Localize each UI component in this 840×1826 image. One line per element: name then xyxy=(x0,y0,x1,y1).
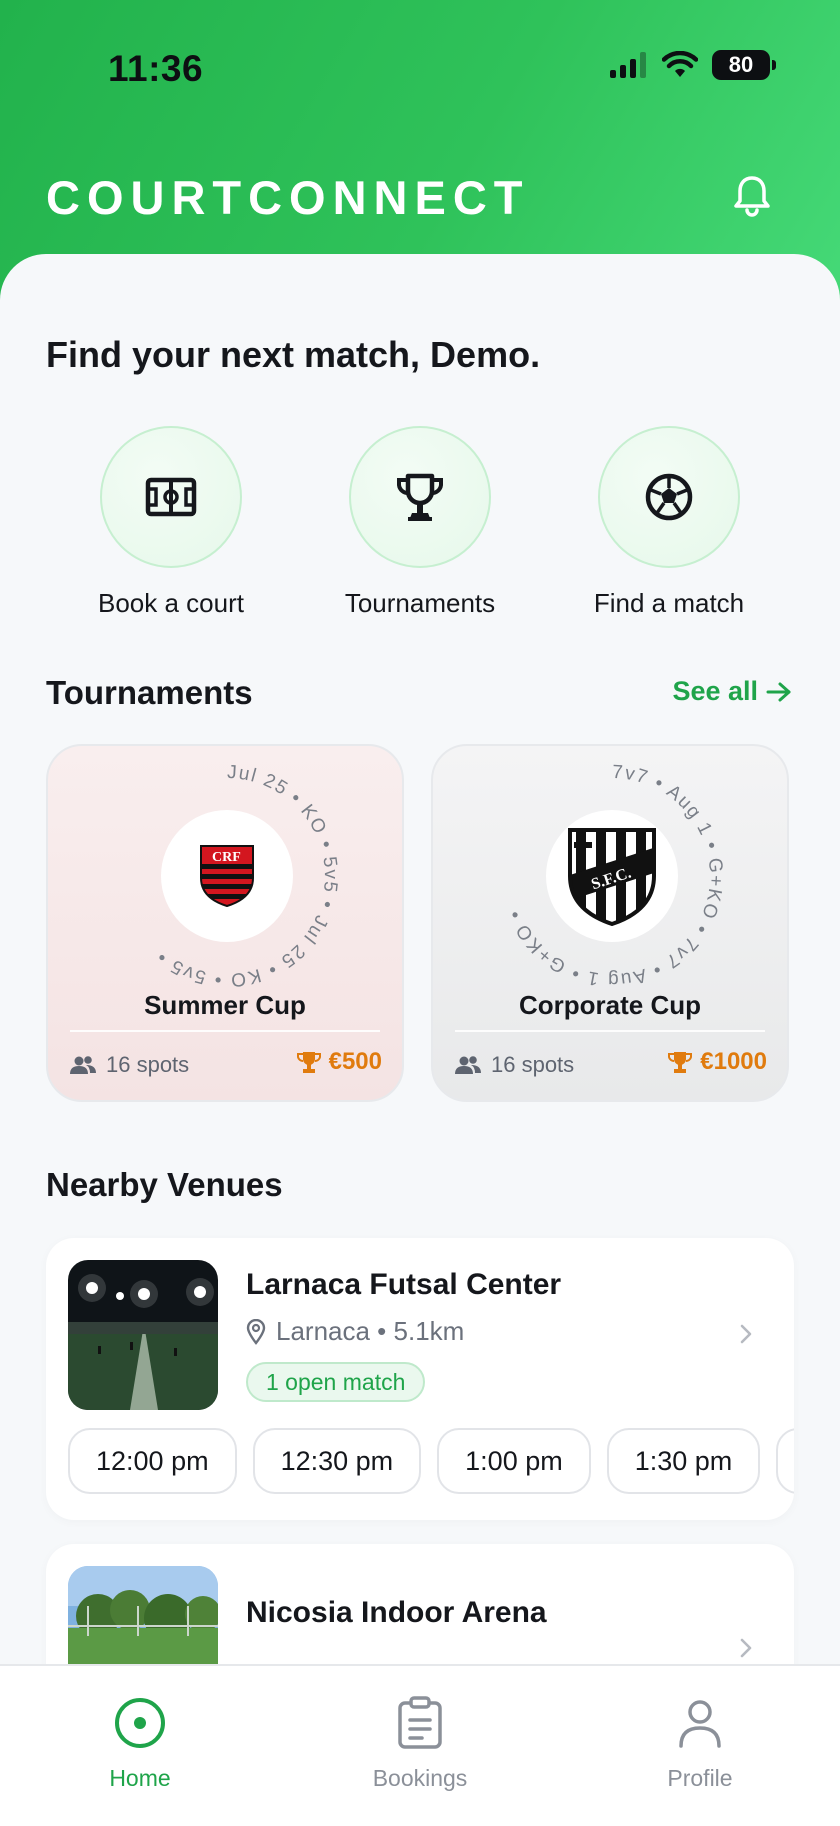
soccer-ball-icon xyxy=(645,473,693,521)
santos-crest-icon: S.F.C. xyxy=(568,828,656,926)
prize-label: €1000 xyxy=(700,1048,767,1075)
team-crest: CRF xyxy=(161,810,293,942)
bottom-tab-bar: Home Bookings Profile xyxy=(0,1664,840,1826)
notification-bell-icon[interactable] xyxy=(728,172,776,220)
spots-label: 16 spots xyxy=(106,1052,190,1077)
spots-label: 16 spots xyxy=(491,1052,575,1077)
app-brand: COURTCONNECT xyxy=(46,171,530,224)
pitch-icon xyxy=(145,477,197,517)
open-match-badge[interactable]: 1 open match xyxy=(246,1362,426,1402)
time-slot[interactable]: 1:00 pm xyxy=(437,1428,591,1494)
tournament-name: Corporate Cup xyxy=(519,990,701,1020)
venues-section-title: Nearby Venues xyxy=(46,1166,283,1203)
tournament-card-corporate-cup[interactable]: 7v7 • Aug 1 • G+KO • 7v7 • Aug 1 • G+KO … xyxy=(431,744,789,1102)
wifi-icon xyxy=(662,51,698,77)
trophy-icon xyxy=(668,1052,693,1073)
trophy-icon xyxy=(296,1052,321,1073)
tournaments-section-title: Tournaments xyxy=(46,674,253,711)
venue-photo-image xyxy=(68,1260,218,1410)
venue-card-nicosia[interactable]: Nicosia Indoor Arena xyxy=(46,1544,794,1664)
greeting-title: Find your next match, Demo. xyxy=(46,334,541,375)
tournament-divider xyxy=(455,1030,765,1032)
people-icon xyxy=(70,1056,96,1074)
venue-location-text: Larnaca • 5.1km xyxy=(276,1316,465,1346)
time-slot[interactable]: 12:30 pm xyxy=(252,1428,422,1494)
tournament-spots: 16 spots xyxy=(70,1052,189,1078)
people-icon xyxy=(455,1056,481,1074)
tab-label: Profile xyxy=(667,1765,733,1791)
tournament-card-summer-cup[interactable]: Jul 25 • KO • 5v5 • Jul 25 • KO • 5v5 • … xyxy=(46,744,404,1102)
quick-action-book-court[interactable]: Book a court xyxy=(46,426,296,619)
team-crest: S.F.C. xyxy=(546,810,678,942)
venue-card-larnaca[interactable]: Larnaca Futsal Center Larnaca • 5.1km 1 … xyxy=(46,1238,794,1520)
tournament-divider xyxy=(70,1030,380,1032)
tab-profile[interactable]: Profile xyxy=(620,1696,780,1792)
tab-label: Bookings xyxy=(372,1765,468,1791)
quick-action-find-match[interactable]: Find a match xyxy=(544,426,794,619)
see-all-label: See all xyxy=(672,676,758,706)
quick-action-tournaments[interactable]: Tournaments xyxy=(295,426,545,619)
quick-action-label: Book a court xyxy=(98,588,244,618)
user-icon xyxy=(679,1700,721,1748)
trophy-icon xyxy=(397,473,443,521)
tournament-spots: 16 spots xyxy=(455,1052,574,1078)
quick-action-label: Tournaments xyxy=(344,588,496,618)
quick-action-circle[interactable] xyxy=(349,426,491,568)
status-icons: 80 xyxy=(610,50,776,80)
venue-location: Larnaca • 5.1km xyxy=(246,1316,464,1347)
tournament-prize: €500 xyxy=(296,1048,382,1076)
clipboard-icon xyxy=(398,1696,442,1749)
time-slot[interactable] xyxy=(776,1428,794,1494)
tab-home[interactable]: Home xyxy=(60,1696,220,1792)
venue-photo xyxy=(68,1260,218,1410)
tournament-prize: €1000 xyxy=(668,1048,767,1076)
flamengo-crest-icon: CRF xyxy=(200,845,254,908)
tab-bookings[interactable]: Bookings xyxy=(340,1696,500,1792)
venue-photo xyxy=(68,1566,218,1664)
quick-action-label: Find a match xyxy=(593,588,745,618)
time-slot-list: 12:00 pm 12:30 pm 1:00 pm 1:30 pm xyxy=(68,1428,794,1494)
svg-text:CRF: CRF xyxy=(212,850,241,865)
chevron-right-icon[interactable] xyxy=(734,1636,758,1660)
battery-indicator: 80 xyxy=(712,50,776,80)
see-all-link[interactable]: See all xyxy=(672,676,792,707)
chevron-right-icon[interactable] xyxy=(734,1322,758,1346)
location-pin-icon xyxy=(246,1318,266,1345)
arrow-right-icon xyxy=(766,682,791,701)
quick-action-circle[interactable] xyxy=(598,426,740,568)
quick-action-circle[interactable] xyxy=(100,426,242,568)
cellular-signal-icon xyxy=(610,52,646,78)
status-bar: 11:36 80 xyxy=(0,0,840,140)
time-slot[interactable]: 1:30 pm xyxy=(606,1428,761,1494)
prize-label: €500 xyxy=(328,1048,382,1075)
tab-label: Home xyxy=(109,1765,171,1791)
venue-name: Nicosia Indoor Arena xyxy=(246,1596,547,1629)
status-time: 11:36 xyxy=(108,48,204,89)
home-sheet: Find your next match, Demo. Book a court xyxy=(0,254,840,1664)
venue-photo-image xyxy=(68,1566,218,1664)
venue-name: Larnaca Futsal Center xyxy=(246,1268,562,1301)
tournament-name: Summer Cup xyxy=(144,990,306,1020)
time-slot[interactable]: 12:00 pm xyxy=(68,1428,237,1494)
home-target-icon xyxy=(115,1698,165,1748)
